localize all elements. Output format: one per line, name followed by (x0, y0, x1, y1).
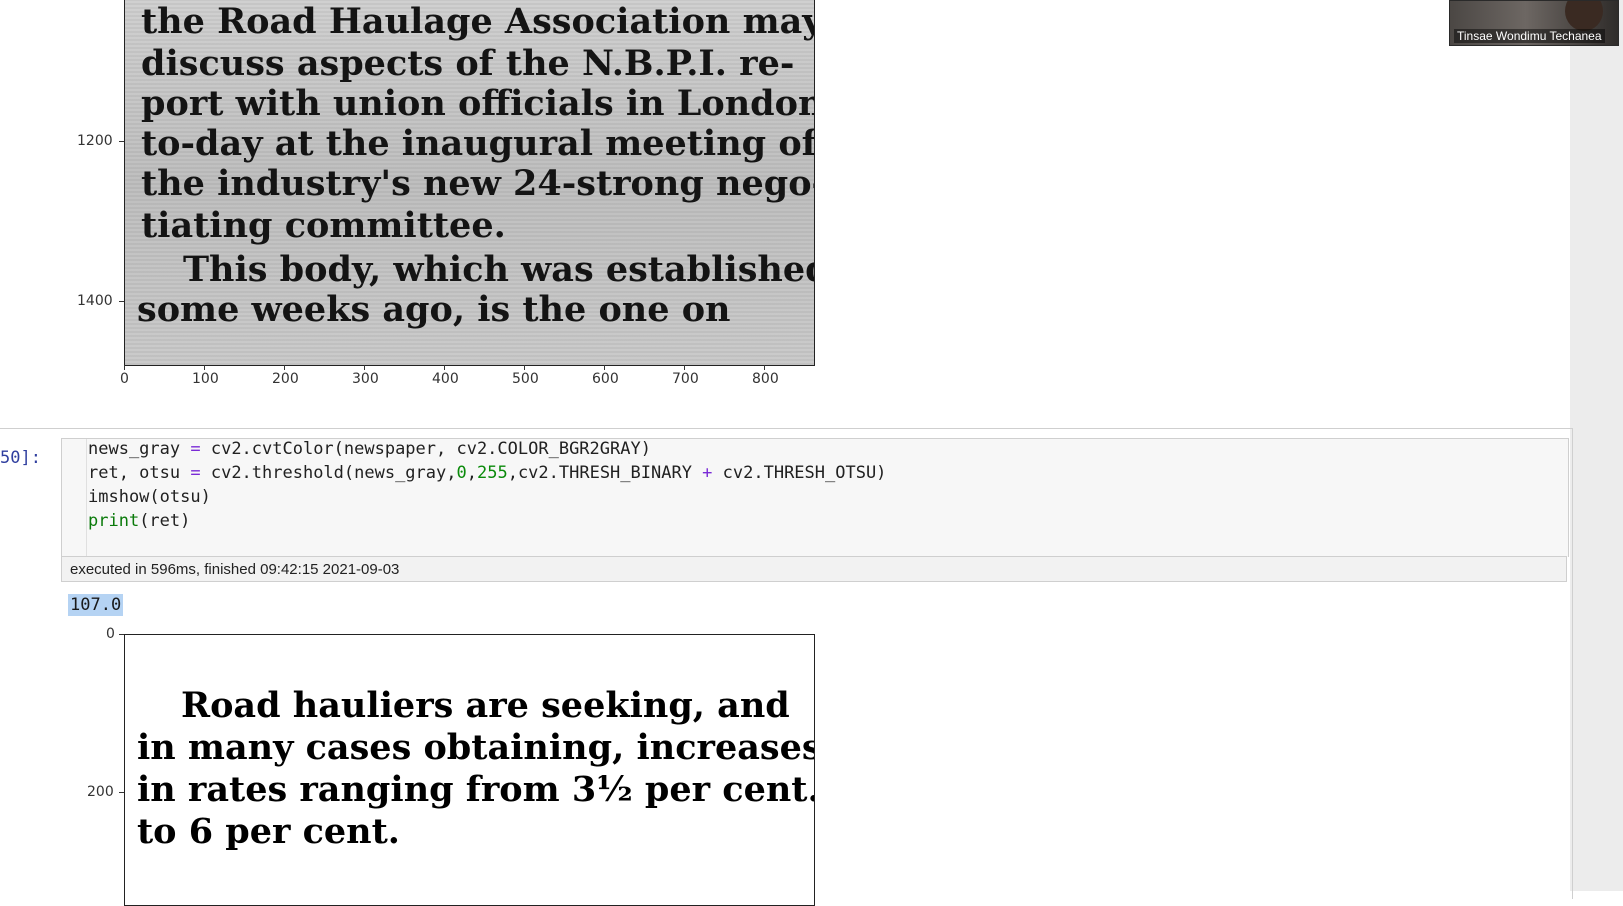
execution-info: executed in 596ms, finished 09:42:15 202… (61, 556, 1567, 582)
code-token: cv2.THRESH_OTSU) (712, 463, 887, 483)
x-tick-mark (204, 365, 205, 370)
y-tick-mark (119, 634, 124, 635)
code-token: cv2.cvtColor(newspaper, cv2.COLOR_BGR2GR… (200, 439, 651, 459)
code-token: news_gray (88, 439, 191, 459)
code-number: 255 (476, 463, 508, 483)
code-token: (ret) (139, 511, 191, 531)
x-tick-mark (684, 365, 685, 370)
image-text-line: port with union officials in London (141, 83, 815, 124)
x-tick-mark (764, 365, 765, 370)
code-token: , (466, 463, 477, 483)
x-tick-mark (124, 365, 125, 370)
image-text-line: to 6 per cent. (137, 811, 400, 852)
participant-name: Tinsae Wondimu Techanea (1454, 29, 1605, 43)
x-tick-label: 400 (432, 371, 459, 387)
code-number: 0 (456, 463, 467, 483)
x-tick-mark (604, 365, 605, 370)
image-text-line: the Road Haulage Association may (141, 1, 815, 42)
x-tick-label: 200 (272, 371, 299, 387)
x-tick-mark (364, 365, 365, 370)
code-token: ,cv2.THRESH_BINARY (507, 463, 703, 483)
x-tick-label: 500 (512, 371, 539, 387)
image-text-line: Road hauliers are seeking, and (181, 685, 790, 726)
image-text-line: This body, which was established (183, 249, 815, 290)
newspaper-grayscale-image: the Road Haulage Association may discuss… (124, 0, 815, 366)
code-operator: = (190, 463, 201, 483)
y-tick-mark (119, 141, 124, 142)
image-text-line: in many cases obtaining, increases (137, 727, 815, 768)
image-text-line: discuss aspects of the N.B.P.I. re- (141, 43, 795, 84)
video-participant-tile[interactable]: Tinsae Wondimu Techanea (1449, 0, 1619, 46)
y-tick-label: 200 (87, 784, 114, 800)
y-tick-label: 1200 (77, 133, 113, 149)
image-text-line: some weeks ago, is the one on (137, 289, 731, 330)
code-operator: + (702, 463, 713, 483)
code-operator: = (190, 439, 201, 459)
cell-prompt: 50]: (0, 448, 41, 468)
code-gutter (62, 439, 87, 557)
code-builtin: print (88, 511, 140, 531)
output-value[interactable]: 107.0 (68, 594, 124, 616)
y-tick-mark (119, 301, 124, 302)
y-tick-label: 1400 (77, 293, 113, 309)
code-line[interactable]: print(ret) (88, 511, 190, 531)
x-tick-label: 300 (352, 371, 379, 387)
x-tick-label: 0 (120, 371, 129, 387)
image-text-line: tiating committee. (141, 205, 506, 246)
x-tick-mark (284, 365, 285, 370)
code-editor[interactable]: news_gray = cv2.cvtColor(newspaper, cv2.… (61, 438, 1569, 557)
x-tick-label: 700 (672, 371, 699, 387)
image-text-line: to-day at the inaugural meeting of (141, 123, 815, 164)
x-tick-mark (444, 365, 445, 370)
participant-video-icon (1565, 1, 1603, 31)
code-token: cv2.threshold(news_gray, (200, 463, 457, 483)
x-tick-label: 100 (192, 371, 219, 387)
y-tick-mark (119, 792, 124, 793)
code-token: ret, otsu (88, 463, 191, 483)
y-tick-label: 0 (106, 626, 115, 642)
image-text-line: the industry's new 24-strong nego- (141, 163, 815, 204)
image-text-line: in rates ranging from 3½ per cent. (137, 769, 815, 810)
code-line[interactable]: ret, otsu = cv2.threshold(news_gray,0,25… (88, 463, 886, 483)
code-line[interactable]: imshow(otsu) (88, 487, 211, 507)
x-tick-label: 600 (592, 371, 619, 387)
x-tick-label: 800 (752, 371, 779, 387)
newspaper-otsu-image: Road hauliers are seeking, and in many c… (124, 634, 815, 906)
code-line[interactable]: news_gray = cv2.cvtColor(newspaper, cv2.… (88, 439, 651, 459)
scrollbar-track[interactable] (1570, 0, 1623, 891)
x-tick-mark (524, 365, 525, 370)
